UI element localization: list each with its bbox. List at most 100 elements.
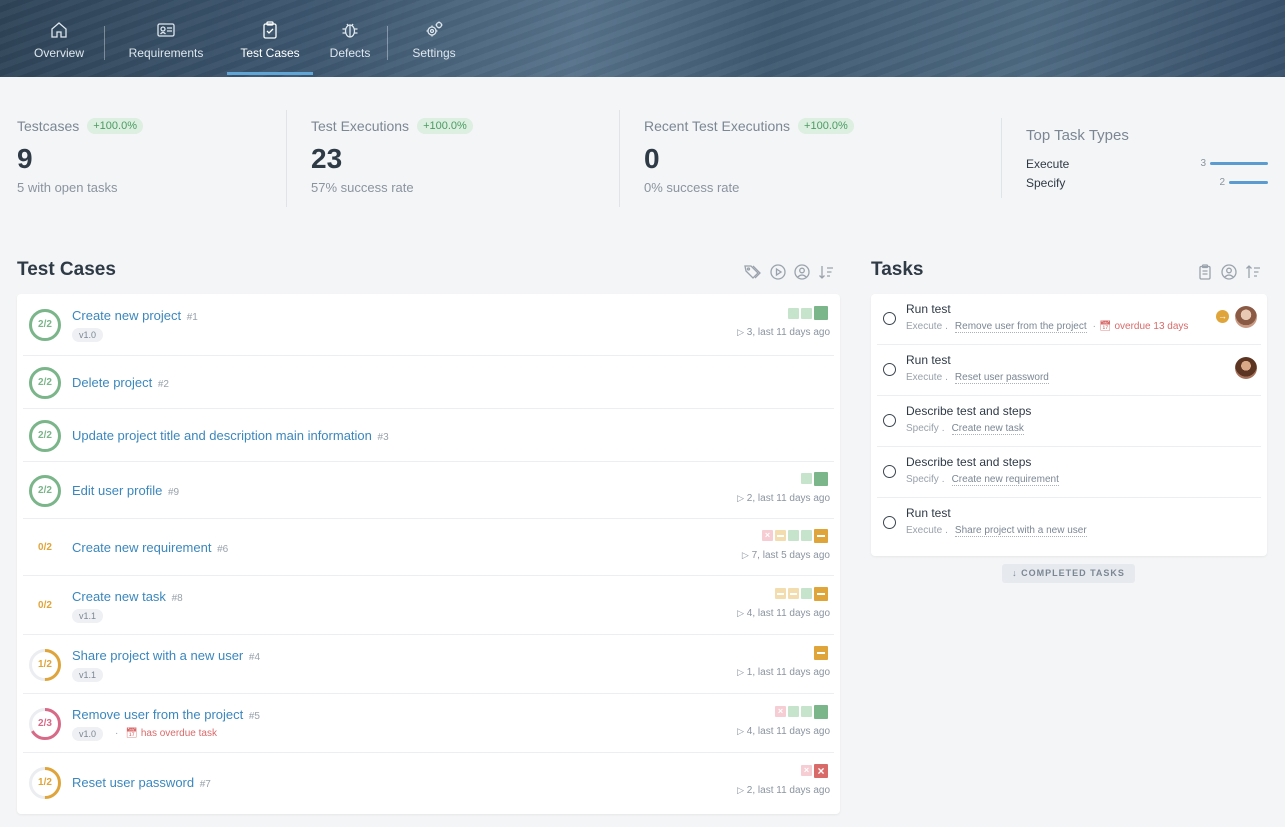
test-case-row[interactable]: 2/2 Delete project #2 bbox=[23, 356, 834, 409]
task-type-row: Execute 3 bbox=[1026, 154, 1268, 173]
progress-text: 2/3 bbox=[38, 717, 52, 729]
nav-defects[interactable]: Defects bbox=[313, 0, 387, 77]
task-test-case-link[interactable]: Create new task bbox=[951, 423, 1024, 435]
test-case-title[interactable]: Create new requirement #6 bbox=[72, 540, 228, 555]
nav-test-cases[interactable]: Test Cases bbox=[227, 0, 313, 77]
stat-subtext: 5 with open tasks bbox=[17, 180, 118, 195]
test-case-id: #3 bbox=[377, 431, 389, 443]
test-case-row[interactable]: 2/2 Create new project #1 v1.0 ▷ 3, last 11… bbox=[23, 294, 834, 356]
test-case-id: #2 bbox=[157, 378, 169, 390]
execution-square[interactable] bbox=[788, 307, 799, 319]
completed-tasks-label: COMPLETED TASKS bbox=[1021, 568, 1125, 578]
task-test-case-link[interactable]: Share project with a new user bbox=[954, 525, 1087, 537]
execution-square[interactable] bbox=[814, 586, 828, 601]
test-case-row[interactable]: 1/2 Reset user password #7 × × ▷ 2, last 11 … bbox=[23, 753, 834, 812]
overdue-text: overdue 13 days bbox=[1114, 321, 1189, 332]
task-test-case-link[interactable]: Reset user password bbox=[954, 372, 1049, 384]
test-case-title[interactable]: Create new project #1 bbox=[72, 308, 198, 323]
play-circle-icon[interactable] bbox=[769, 263, 787, 281]
user-circle-icon[interactable] bbox=[1220, 263, 1238, 281]
top-task-types: Top Task Types Execute 3 Specify 2 bbox=[1026, 127, 1268, 192]
execution-square[interactable] bbox=[814, 645, 828, 660]
execution-square[interactable] bbox=[814, 306, 828, 320]
test-case-row[interactable]: 2/2 Edit user profile #9 ▷ 2, last 11 days… bbox=[23, 462, 834, 519]
execution-square[interactable]: × bbox=[801, 765, 812, 776]
execution-square[interactable] bbox=[788, 588, 799, 599]
test-case-row[interactable]: 2/2 Update project title and description … bbox=[23, 409, 834, 462]
task-type-count: 3 bbox=[1200, 158, 1206, 169]
test-case-row[interactable]: 1/2 Share project with a new user #4 v1.1 ▷… bbox=[23, 635, 834, 694]
clipboard-icon[interactable] bbox=[1196, 263, 1214, 281]
test-case-title[interactable]: Reset user password #7 bbox=[72, 775, 211, 790]
execution-square[interactable] bbox=[775, 530, 786, 541]
test-case-title[interactable]: Create new task #8 bbox=[72, 589, 183, 604]
arrow-right-icon: → bbox=[1216, 310, 1229, 323]
execution-square[interactable] bbox=[814, 471, 828, 486]
dot-separator: . bbox=[945, 525, 948, 536]
bug-icon bbox=[342, 23, 358, 38]
execution-square[interactable]: × bbox=[775, 706, 786, 717]
task-checkbox[interactable] bbox=[883, 465, 896, 478]
task-row[interactable]: Describe test and steps Specify. Create ne… bbox=[877, 396, 1261, 447]
sort-asc-icon[interactable] bbox=[1244, 263, 1262, 281]
nav-requirements[interactable]: Requirements bbox=[105, 0, 227, 77]
task-test-case-link[interactable]: Remove user from the project bbox=[954, 321, 1087, 333]
execution-square[interactable] bbox=[801, 530, 812, 541]
execution-square[interactable] bbox=[775, 588, 786, 599]
execution-square[interactable] bbox=[788, 530, 799, 541]
test-case-id: #4 bbox=[248, 651, 261, 663]
clipboard-check-icon bbox=[263, 21, 277, 39]
dot-separator: . bbox=[945, 321, 948, 332]
task-row[interactable]: Run test Execute. Reset user password bbox=[877, 345, 1261, 396]
test-case-row[interactable]: 0/2 Create new requirement #6 × ▷ 7, last 5… bbox=[23, 519, 834, 576]
execution-square[interactable] bbox=[801, 307, 812, 319]
execution-square[interactable] bbox=[801, 706, 812, 717]
nav-overview-label: Overview bbox=[33, 46, 84, 60]
test-case-title[interactable]: Remove user from the project #5 bbox=[72, 707, 260, 722]
completed-tasks-button[interactable]: ↓ COMPLETED TASKS bbox=[1002, 564, 1135, 583]
execution-square[interactable] bbox=[788, 706, 799, 717]
progress-text: 2/2 bbox=[38, 484, 52, 496]
run-count-text: 7, last 5 days ago bbox=[751, 549, 830, 561]
sort-desc-icon[interactable] bbox=[817, 263, 835, 281]
test-case-id: #7 bbox=[199, 778, 211, 790]
test-cases-title: Test Cases bbox=[17, 259, 116, 280]
assignee-avatar[interactable] bbox=[1235, 306, 1257, 328]
test-case-title[interactable]: Edit user profile #9 bbox=[72, 483, 179, 498]
task-row[interactable]: Describe test and steps Specify. Create ne… bbox=[877, 447, 1261, 498]
task-type: Specify bbox=[906, 474, 939, 485]
id-card-icon bbox=[157, 23, 175, 37]
execution-square[interactable] bbox=[801, 588, 812, 599]
nav-overview[interactable]: Overview bbox=[14, 0, 104, 77]
test-case-row[interactable]: 0/2 Create new task #8 v1.1 ▷ 4, last 11 da… bbox=[23, 576, 834, 635]
test-case-title[interactable]: Delete project #2 bbox=[72, 375, 169, 390]
user-circle-icon[interactable] bbox=[793, 263, 811, 281]
execution-history: × bbox=[762, 528, 828, 543]
assignee-avatar[interactable] bbox=[1235, 357, 1257, 379]
stat-value: 0 bbox=[644, 143, 660, 174]
execution-square[interactable]: × bbox=[814, 763, 828, 778]
dot-separator: . bbox=[941, 474, 945, 485]
execution-square[interactable] bbox=[814, 704, 828, 719]
test-case-row[interactable]: 2/3 Remove user from the project #5 v1.0 · 📅… bbox=[23, 694, 834, 753]
execution-square[interactable] bbox=[814, 528, 828, 543]
task-row[interactable]: Run test Execute. Share project with a new… bbox=[877, 498, 1261, 549]
minus-icon bbox=[777, 534, 784, 537]
execution-square[interactable]: × bbox=[762, 530, 773, 541]
minus-icon bbox=[816, 592, 826, 595]
task-checkbox[interactable] bbox=[883, 516, 896, 529]
task-title: Run test bbox=[906, 353, 951, 367]
task-checkbox[interactable] bbox=[883, 363, 896, 376]
execution-square[interactable] bbox=[801, 473, 812, 484]
task-checkbox[interactable] bbox=[883, 414, 896, 427]
task-meta: Execute. Share project with a new user bbox=[906, 525, 1087, 537]
task-row[interactable]: Run test Execute. Remove user from the pro… bbox=[877, 294, 1261, 345]
tag-icon[interactable] bbox=[743, 263, 761, 281]
task-test-case-link[interactable]: Create new requirement bbox=[951, 474, 1059, 486]
nav-requirements-label: Requirements bbox=[128, 46, 204, 60]
test-case-title[interactable]: Update project title and description mai… bbox=[72, 428, 389, 443]
task-checkbox[interactable] bbox=[883, 312, 896, 325]
run-count-text: 1, last 11 days ago bbox=[746, 666, 830, 678]
test-case-title[interactable]: Share project with a new user #4 bbox=[72, 648, 260, 663]
nav-settings[interactable]: Settings bbox=[388, 0, 480, 77]
